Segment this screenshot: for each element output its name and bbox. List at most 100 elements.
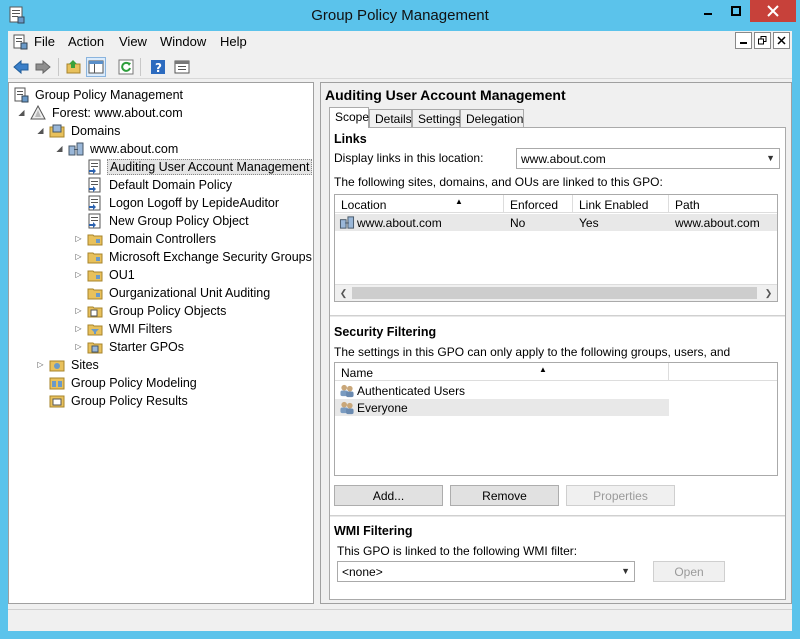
title-bar[interactable]: Group Policy Management [0, 0, 800, 31]
tree-node-ou-auditing[interactable]: Ourganizational Unit Auditing [87, 284, 272, 301]
menu-view[interactable]: View [119, 34, 147, 49]
links-description: The following sites, domains, and OUs ar… [334, 175, 663, 189]
menu-window[interactable]: Window [160, 34, 206, 49]
tree-node-label: Group Policy Management [35, 87, 183, 102]
minimize-button[interactable] [694, 0, 722, 22]
scroll-left-icon[interactable]: ❮ [335, 285, 352, 301]
help-button[interactable]: ? [148, 57, 168, 77]
tree-node-label: Starter GPOs [109, 339, 185, 354]
menu-file[interactable]: File [34, 34, 55, 49]
expand-arrow-icon[interactable]: ▷ [74, 324, 83, 333]
properties-button[interactable] [172, 57, 192, 77]
results-icon [49, 395, 65, 407]
toolbar-separator [140, 58, 141, 76]
expand-arrow-icon[interactable]: ▷ [36, 360, 45, 369]
forward-button[interactable] [33, 57, 53, 77]
gpo-title: Auditing User Account Management [325, 87, 566, 103]
wmi-filtering-description: This GPO is linked to the following WMI … [337, 544, 578, 558]
tree-node-starter-gpos[interactable]: ▷ Starter GPOs [74, 338, 186, 355]
expand-arrow-icon[interactable]: ▷ [74, 270, 83, 279]
open-wmi-button[interactable]: Open [653, 561, 725, 582]
col-path[interactable]: Path [669, 195, 777, 213]
back-button[interactable] [11, 57, 31, 77]
ou-folder-icon [87, 234, 103, 245]
mdi-restore-button[interactable] [754, 32, 771, 49]
expand-arrow-icon[interactable]: ▷ [74, 252, 83, 261]
tree-node-forest[interactable]: ◢ Forest: www.about.com [17, 104, 185, 121]
security-filtering-heading: Security Filtering [334, 325, 437, 339]
forward-icon [35, 59, 51, 75]
console-tree[interactable]: Group Policy Management ◢ Forest: www.ab… [8, 82, 314, 604]
gpo-link-icon [88, 177, 101, 192]
section-divider [330, 315, 785, 317]
tree-node-gpo-link-logon[interactable]: Logon Logoff by LepideAuditor [87, 194, 281, 211]
properties-button[interactable]: Properties [566, 485, 675, 506]
links-list[interactable]: Location ▲ Enforced Link Enabled Path ww… [334, 194, 778, 302]
expand-arrow-icon[interactable]: ▷ [74, 342, 83, 351]
tree-node-modeling[interactable]: Group Policy Modeling [49, 374, 199, 391]
document-menu-icon[interactable] [12, 34, 28, 50]
tree-node-gpo-link-new[interactable]: New Group Policy Object [87, 212, 251, 229]
menu-action[interactable]: Action [68, 34, 104, 49]
wmi-folder-icon [87, 324, 103, 335]
tree-node-wmi-filters[interactable]: ▷ WMI Filters [74, 320, 174, 337]
tree-node-gpo-link-default[interactable]: Default Domain Policy [87, 176, 234, 193]
tab-details[interactable]: Details [369, 109, 412, 127]
collapse-arrow-icon[interactable]: ◢ [55, 144, 64, 153]
col-enforced[interactable]: Enforced [504, 195, 573, 213]
gpo-link-icon [88, 159, 101, 174]
starter-gpo-folder-icon [87, 342, 103, 353]
show-hide-tree-icon [88, 60, 104, 74]
tree-node-group-policy-objects[interactable]: ▷ Group Policy Objects [74, 302, 228, 319]
menu-help[interactable]: Help [220, 34, 247, 49]
collapse-arrow-icon[interactable]: ◢ [36, 126, 45, 135]
tree-node-domains[interactable]: ◢ Domains [36, 122, 122, 139]
up-button[interactable] [64, 57, 84, 77]
menu-bar: File Action View Window Help [8, 31, 792, 53]
mdi-close-button[interactable] [773, 32, 790, 49]
scroll-right-icon[interactable]: ❯ [760, 285, 777, 301]
add-button[interactable]: Add... [334, 485, 443, 506]
remove-button[interactable]: Remove [450, 485, 559, 506]
ou-folder-icon [87, 288, 103, 299]
table-row[interactable]: www.about.com No Yes www.about.com [335, 214, 777, 231]
list-item[interactable]: Authenticated Users [335, 382, 777, 399]
tab-scope[interactable]: Scope [329, 107, 369, 128]
users-group-icon [340, 384, 354, 398]
tree-node-sites[interactable]: ▷ Sites [36, 356, 101, 373]
tree-node-exchange-security-groups[interactable]: ▷ Microsoft Exchange Security Groups [74, 248, 314, 265]
list-item[interactable]: Everyone [335, 399, 669, 416]
tree-node-results[interactable]: Group Policy Results [49, 392, 190, 409]
tab-settings[interactable]: Settings [412, 109, 461, 127]
col-link-enabled[interactable]: Link Enabled [573, 195, 669, 213]
tree-node-root[interactable]: Group Policy Management [13, 86, 185, 103]
show-hide-tree-button[interactable] [86, 57, 106, 77]
tree-node-ou1[interactable]: ▷ OU1 [74, 266, 137, 283]
gpo-folder-icon [87, 306, 103, 317]
expand-arrow-icon[interactable]: ▷ [74, 234, 83, 243]
details-pane: Auditing User Account Management Scope D… [320, 82, 792, 604]
wmi-filter-select[interactable]: <none> ▼ [337, 561, 635, 582]
col-name[interactable]: Name ▲ [335, 363, 669, 381]
mdi-minimize-button[interactable] [735, 32, 752, 49]
tab-delegation[interactable]: Delegation [460, 109, 524, 127]
tree-node-domain-controllers[interactable]: ▷ Domain Controllers [74, 230, 218, 247]
security-filtering-list[interactable]: Name ▲ Authenticated Users Everyone [334, 362, 778, 476]
tree-node-label: Group Policy Results [71, 393, 188, 408]
scroll-thumb[interactable] [352, 287, 757, 299]
col-location[interactable]: Location ▲ [335, 195, 504, 213]
tree-node-gpo-link-auditing[interactable]: Auditing User Account Management [87, 158, 313, 175]
display-links-select[interactable]: www.about.com ▼ [516, 148, 780, 169]
links-horizontal-scrollbar[interactable]: ❮ ❯ [335, 284, 777, 301]
tree-node-label: Auditing User Account Management [107, 158, 313, 175]
toolbar-separator [58, 58, 59, 76]
refresh-button[interactable] [116, 57, 136, 77]
close-button[interactable] [750, 0, 796, 22]
tree-node-label: www.about.com [90, 141, 179, 156]
chevron-down-icon: ▼ [766, 153, 775, 163]
collapse-arrow-icon[interactable]: ◢ [17, 108, 26, 117]
tree-node-domain[interactable]: ◢ www.about.com [55, 140, 180, 157]
maximize-button[interactable] [722, 0, 750, 22]
expand-arrow-icon[interactable]: ▷ [74, 306, 83, 315]
tree-node-label: WMI Filters [109, 321, 173, 336]
